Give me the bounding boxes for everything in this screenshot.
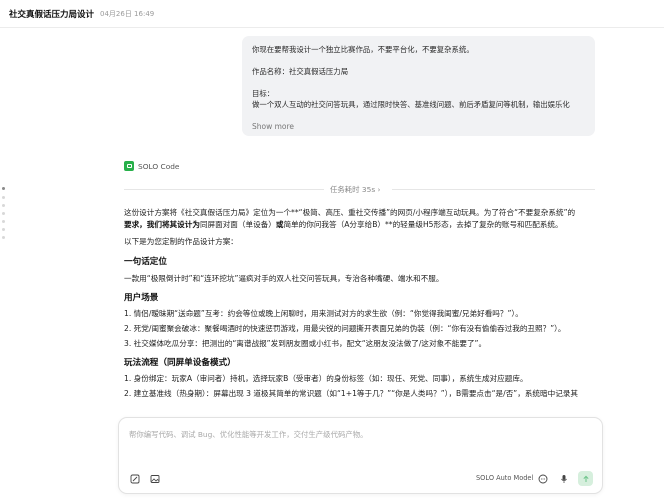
divider xyxy=(392,189,595,190)
microphone-icon[interactable] xyxy=(558,473,570,485)
nav-dot[interactable] xyxy=(2,204,5,207)
list-item: 1. 情侣/暧昧期“送命题”互考：约会等位或晚上闲聊时，用来测试对方的求生欲（例… xyxy=(124,309,523,318)
chat-icon[interactable] xyxy=(537,473,549,485)
user-message-line: 作品名称：社交真假话压力局 xyxy=(252,67,349,76)
agent-label: SOLO Code xyxy=(124,161,179,171)
edit-icon[interactable] xyxy=(129,473,141,485)
user-message-line: 你现在要帮我设计一个独立比赛作品，不要平台化，不要复杂系统。 xyxy=(252,45,474,54)
assistant-response: 这份设计方案将《社交真假话压力局》定位为一个**“极简、高压、重社交传播”的网页… xyxy=(124,207,600,400)
nav-dot[interactable] xyxy=(2,236,5,239)
show-more-link[interactable]: Show more xyxy=(252,122,294,131)
section-heading: 玩法流程（同屏单设备模式） xyxy=(124,358,236,368)
task-time-toggle[interactable]: 任务耗时 35s › xyxy=(330,184,380,195)
send-button[interactable] xyxy=(578,471,593,486)
agent-name: SOLO Code xyxy=(138,161,180,171)
divider xyxy=(124,189,324,190)
nav-dot[interactable] xyxy=(2,196,5,199)
nav-dot[interactable] xyxy=(2,212,5,215)
solo-code-icon xyxy=(124,161,134,171)
model-selector[interactable]: SOLO Auto Model xyxy=(476,474,533,482)
image-icon[interactable] xyxy=(149,473,161,485)
arrow-up-icon xyxy=(582,475,589,482)
composer[interactable]: 帮你编写代码、调试 Bug、优化性能等开发工作，交付生产级代码产物。 SOLO … xyxy=(118,417,603,494)
list-item: 2. 死党/闺蜜聚会破冰：聚餐喝酒时的快速惩罚游戏，用最尖锐的问题撕开表面兄弟的… xyxy=(124,324,566,333)
composer-input[interactable]: 帮你编写代码、调试 Bug、优化性能等开发工作，交付生产级代码产物。 xyxy=(129,429,368,440)
section-heading: 一句话定位 xyxy=(124,257,167,267)
list-item: 1. 身份绑定：玩家A（审问者）持机，选择玩家B（受审者）的身份标签（如：现任、… xyxy=(124,374,528,383)
nav-dot-active[interactable] xyxy=(2,187,5,190)
page-title: 社交真假话压力局设计 xyxy=(9,9,95,20)
list-item: 2. 建立基准线（热身期）：屏幕出现 3 道极其简单的常识题（如“1+1等于几？… xyxy=(124,389,578,398)
nav-dot[interactable] xyxy=(2,220,5,223)
response-paragraph: 这份设计方案将《社交真假话压力局》定位为一个**“极简、高压、重社交传播”的网页… xyxy=(124,208,576,217)
nav-dot[interactable] xyxy=(2,228,5,231)
title-bar: 社交真假话压力局设计 04月26日 16:49 xyxy=(0,0,664,28)
user-message-line: 目标： xyxy=(252,89,275,98)
response-paragraph: 一款用“极限倒计时”和“连环挖坑”逼疯对手的双人社交问答玩具，专治各种嘴硬、端水… xyxy=(124,274,444,283)
response-paragraph: 以下是为您定制的作品设计方案： xyxy=(124,237,238,246)
list-item: 3. 社交媒体吃瓜分享：把测出的“离谱战报”发到朋友圈或小红书，配文“这朋友没法… xyxy=(124,339,487,348)
user-message-bubble: 你现在要帮我设计一个独立比赛作品，不要平台化，不要复杂系统。 作品名称：社交真假… xyxy=(242,36,595,136)
response-paragraph: 要求，我们将其设计为同屏面对面（单设备）或简单的你问我答（A分享给B）**的轻量… xyxy=(124,220,563,229)
section-heading: 用户场景 xyxy=(124,293,159,303)
timestamp: 04月26日 16:49 xyxy=(100,9,155,18)
